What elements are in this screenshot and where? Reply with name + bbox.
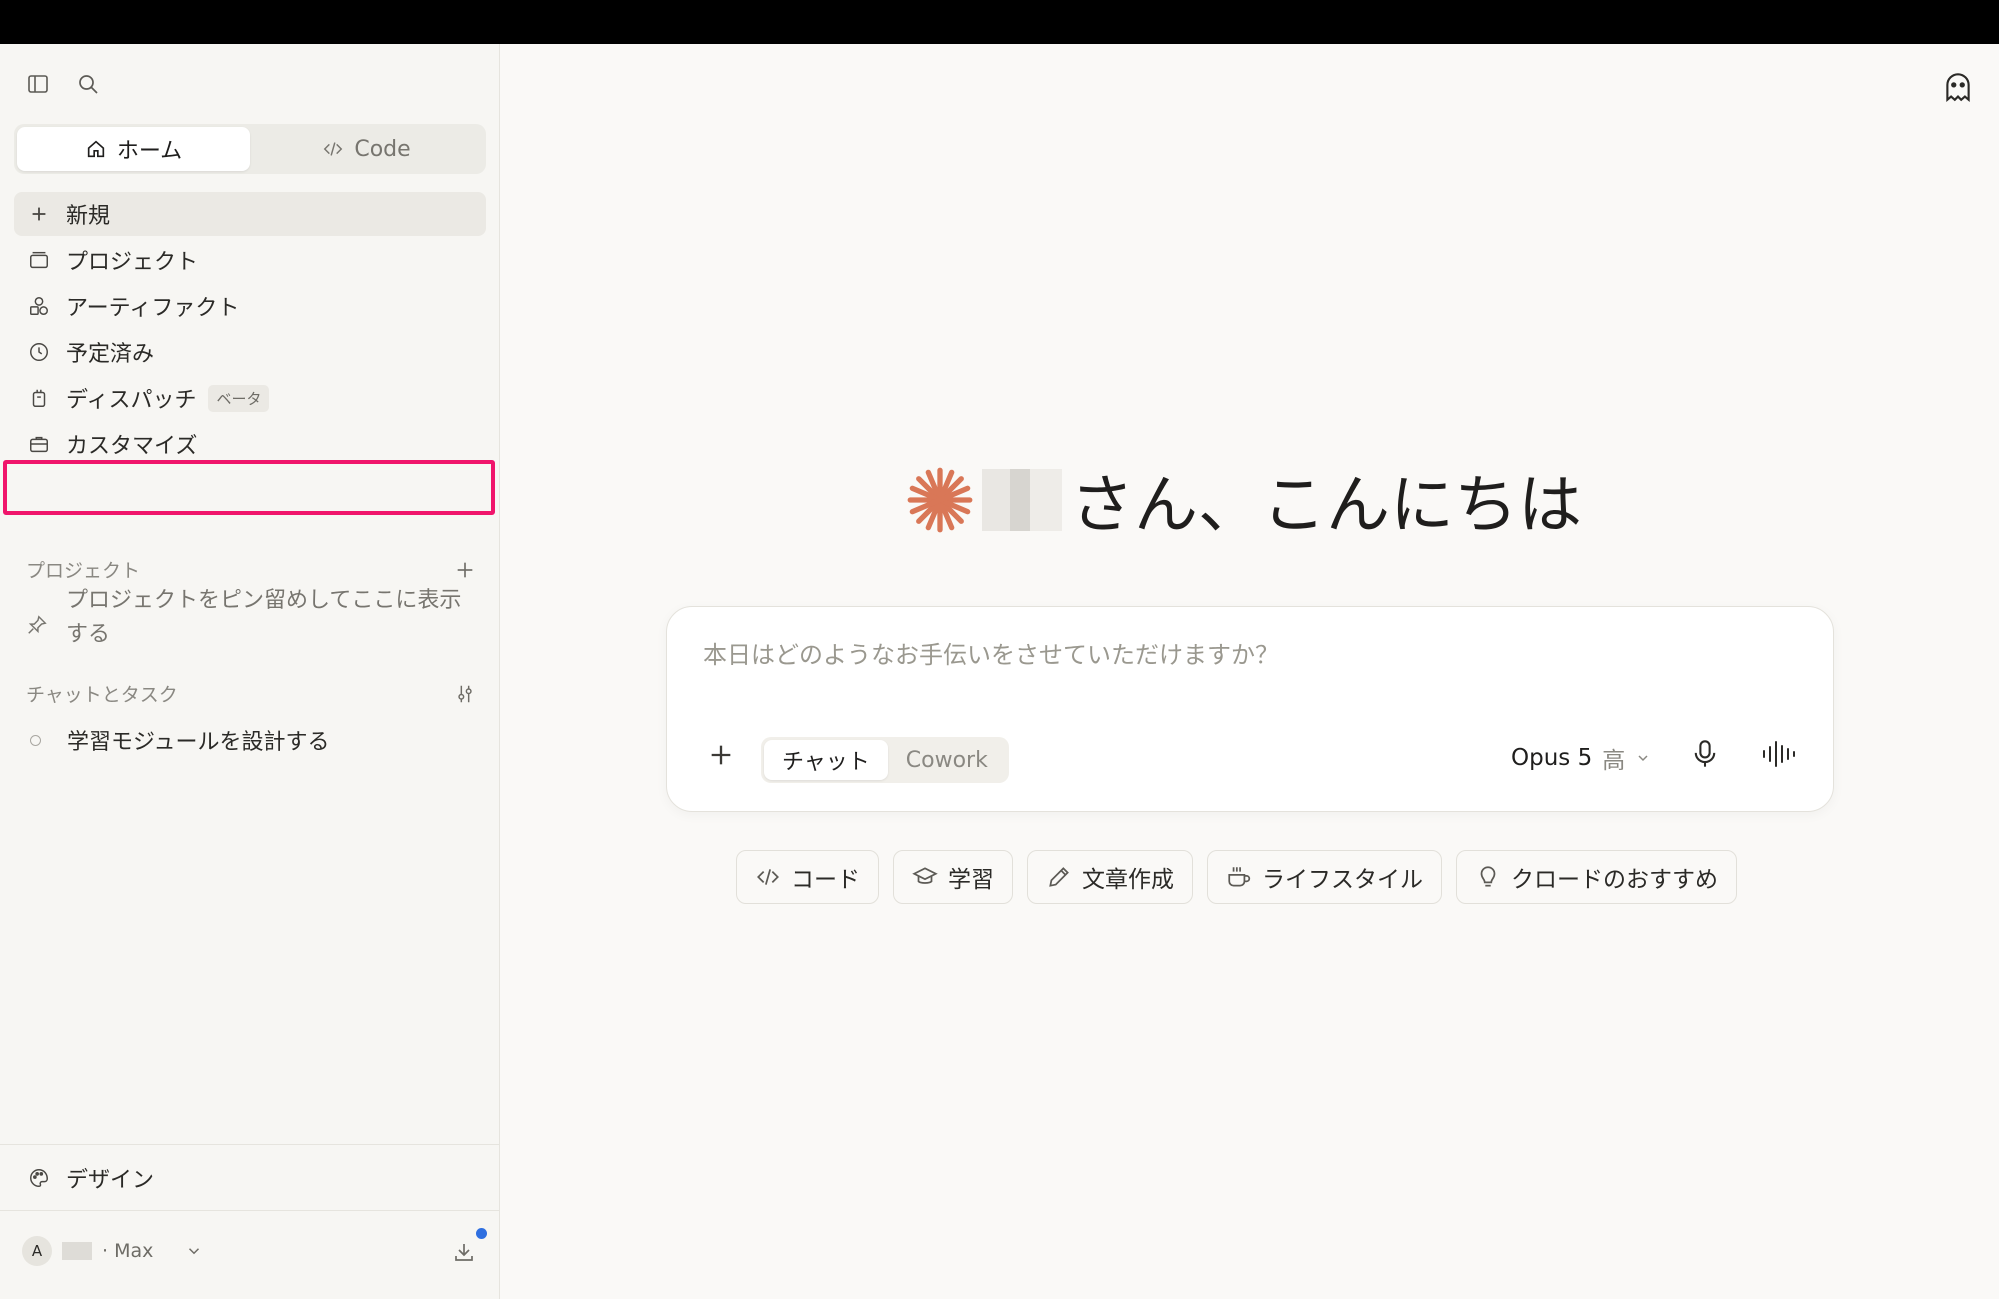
coffee-cup-icon [1228, 867, 1251, 887]
ghost-icon [1946, 73, 1970, 103]
microphone-icon [1694, 740, 1716, 767]
incognito-button[interactable] [1941, 70, 1975, 108]
model-name: Opus 5 [1511, 745, 1593, 771]
sidebar-item-dispatch[interactable]: ディスパッチ ベータ [14, 376, 486, 420]
palette-icon [30, 1169, 48, 1187]
new-chat-label: 新規 [66, 204, 111, 229]
design-label: デザイン [66, 1168, 155, 1193]
add-project-icon[interactable] [454, 559, 476, 581]
account-plan: · Max [102, 1240, 154, 1262]
chip-claude-picks[interactable]: クロードのおすすめ [1456, 850, 1737, 904]
chip-learning-label: 学習 [948, 867, 994, 893]
shapes-icon [30, 297, 48, 315]
plus-icon [711, 745, 731, 765]
tab-code-label: Code [354, 136, 411, 162]
home-icon [87, 140, 104, 158]
list-item[interactable]: 学習モジュールを設計する [30, 724, 329, 756]
suggestion-chips: コード 学習 文章作成 ライフスタイル クロードのおすすめ [736, 850, 1737, 904]
pin-projects-hint: プロジェクトをピン留めしてここに表示する [26, 584, 476, 652]
attach-button[interactable] [707, 741, 735, 773]
sidebar: ホーム Code 新規 プロジェクト アーティファクト 予定済み ディスパッチ … [0, 44, 500, 1299]
plus-icon [32, 207, 46, 221]
avatar: A [22, 1236, 52, 1266]
sidebar-item-artifacts-label: アーティファクト [66, 296, 240, 321]
app-window: ホーム Code 新規 プロジェクト アーティファクト 予定済み ディスパッチ … [0, 44, 1999, 1299]
chats-section-title: チャットとタスク [26, 684, 178, 706]
chip-claude-picks-label: クロードのおすすめ [1511, 867, 1718, 893]
sidebar-nav: 新規 プロジェクト アーティファクト 予定済み ディスパッチ ベータ カスタマイ… [14, 192, 486, 468]
chats-section-header: チャットとタスク [26, 680, 476, 707]
voice-mode-button[interactable] [1761, 739, 1797, 773]
chip-lifestyle-label: ライフスタイル [1262, 867, 1423, 893]
download-button[interactable] [452, 1240, 476, 1268]
claude-spark-icon [907, 467, 973, 533]
sidebar-toolbar [24, 70, 102, 98]
notification-dot [476, 1228, 487, 1239]
sidebar-item-scheduled-label: 予定済み [66, 342, 155, 367]
chip-lifestyle[interactable]: ライフスタイル [1207, 850, 1442, 904]
account-name-redacted [62, 1242, 92, 1260]
sidebar-item-customize[interactable]: カスタマイズ [14, 422, 486, 466]
chat-mode-toggle: チャット Cowork [761, 737, 1009, 783]
tab-home-label: ホーム [116, 139, 183, 164]
sidebar-toggle-icon[interactable] [24, 70, 52, 98]
divider [0, 1210, 500, 1211]
customize-highlight-box [3, 460, 495, 515]
sidebar-item-projects[interactable]: プロジェクト [14, 238, 486, 282]
user-name-redacted [982, 469, 1062, 531]
search-icon[interactable] [74, 70, 102, 98]
graduation-cap-icon [912, 867, 938, 884]
pencil-icon [1049, 867, 1069, 887]
chevron-down-icon [1638, 755, 1648, 762]
code-icon [757, 869, 779, 885]
new-chat-button[interactable]: 新規 [14, 192, 486, 236]
microphone-button[interactable] [1691, 739, 1719, 773]
greeting-text: さん、こんにちは [1070, 469, 1582, 543]
filter-sliders-icon[interactable] [454, 683, 476, 705]
chip-writing[interactable]: 文章作成 [1027, 850, 1193, 904]
status-circle-icon [30, 734, 41, 746]
device-icon [32, 389, 46, 407]
waveform-icon [1763, 741, 1795, 767]
sidebar-item-scheduled[interactable]: 予定済み [14, 330, 486, 374]
sidebar-item-artifacts[interactable]: アーティファクト [14, 284, 486, 328]
message-composer: チャット Cowork Opus 5 高 [666, 606, 1834, 812]
lightbulb-icon [1480, 866, 1496, 887]
projects-section-header: プロジェクト [26, 556, 476, 583]
folder-icon [30, 251, 48, 269]
briefcase-icon [30, 436, 48, 453]
code-icon [324, 142, 343, 156]
sidebar-item-projects-label: プロジェクト [66, 250, 199, 275]
chip-writing-label: 文章作成 [1082, 867, 1174, 893]
chip-learning[interactable]: 学習 [893, 850, 1013, 904]
chip-code-label: コード [791, 867, 860, 893]
message-input[interactable] [703, 641, 1793, 669]
greeting: さん、こんにちは [906, 454, 1582, 546]
tab-code[interactable]: Code [250, 127, 483, 171]
account-menu[interactable]: A · Max [22, 1236, 203, 1266]
download-icon [455, 1244, 473, 1261]
mode-switch: ホーム Code [14, 124, 486, 174]
beta-badge: ベータ [208, 384, 270, 412]
pin-projects-hint-text: プロジェクトをピン留めしてここに表示する [66, 588, 462, 647]
model-effort: 高 [1602, 748, 1626, 774]
design-button[interactable]: デザイン [28, 1162, 154, 1194]
window-top-bar [0, 0, 1999, 44]
tab-home[interactable]: ホーム [17, 127, 250, 171]
divider [0, 1144, 500, 1145]
model-selector[interactable]: Opus 5 高 [1511, 741, 1651, 775]
tab-cowork[interactable]: Cowork [888, 740, 1006, 780]
tab-chat[interactable]: チャット [764, 740, 888, 780]
chat-item-title: 学習モジュールを設計する [67, 730, 330, 755]
main-area: さん、こんにちは チャット Cowork Opus 5 高 [500, 44, 1999, 1299]
sidebar-item-dispatch-label: ディスパッチ [66, 388, 197, 413]
sidebar-item-customize-label: カスタマイズ [66, 434, 198, 459]
chevron-down-icon [189, 1248, 200, 1255]
projects-section-title: プロジェクト [26, 560, 141, 582]
clock-icon [30, 343, 48, 361]
chip-code[interactable]: コード [736, 850, 879, 904]
pin-icon [28, 615, 47, 634]
